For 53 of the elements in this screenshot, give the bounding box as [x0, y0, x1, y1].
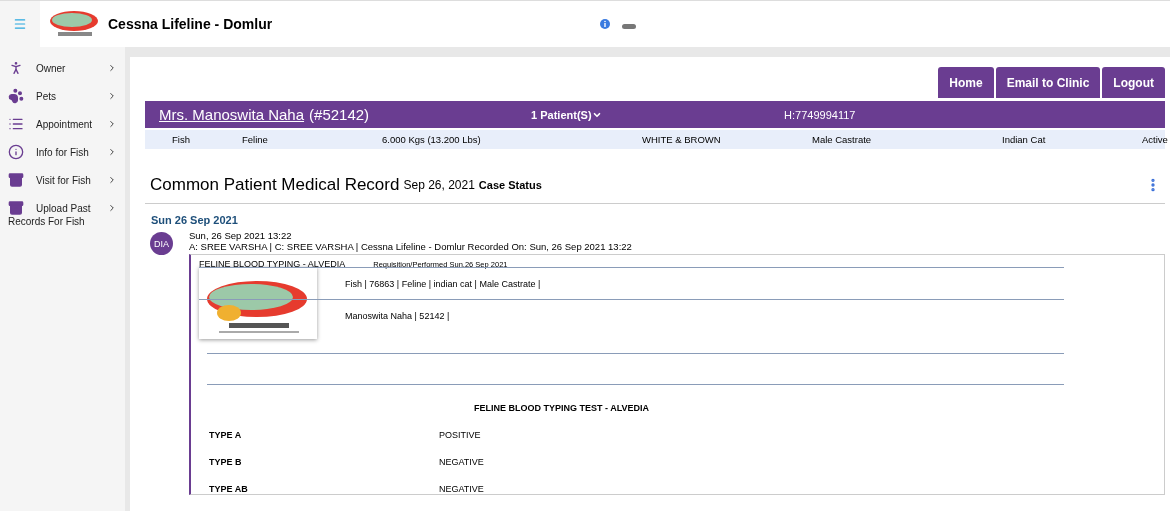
patient-info: WHITE & BROWN	[642, 134, 722, 145]
menu-icon	[13, 17, 27, 31]
chevron-right-icon	[107, 147, 117, 157]
report-name: FELINE BLOOD TYPING - ALVEDIA	[199, 259, 346, 269]
entry-meta: A: SREE VARSHA | C: SREE VARSHA | Cessna Lifeline - Domlur Recorded On: Sun, 26 Sep 2021 13:22	[189, 241, 633, 252]
patient-info: Active	[1142, 134, 1168, 145]
test-title: FELINE BLOOD TYPING TEST - ALVEDIA	[473, 403, 650, 413]
owner-details: Manoswita Naha | 52142 |	[199, 299, 1064, 331]
chevron-right-icon	[107, 63, 117, 73]
toggle-icon[interactable]	[622, 23, 636, 29]
record-title: Common Patient Medical Record	[150, 175, 400, 195]
sidebar-item[interactable]: Visit for Fish	[0, 169, 125, 195]
patient-info: Fish	[172, 134, 191, 145]
box-icon	[8, 172, 24, 188]
patient-info: Male Castrate	[812, 134, 873, 145]
sidebar-item[interactable]: Info for Fish	[0, 141, 125, 167]
chevron-right-icon	[107, 119, 117, 129]
owner-name-link[interactable]: Mrs. Manoswita Naha	[159, 106, 305, 123]
info-icon	[8, 144, 24, 160]
patients-dropdown[interactable]: 1 Patient(S)	[531, 108, 785, 121]
result-label: TYPE AB	[209, 484, 249, 494]
chevron-right-icon	[107, 203, 117, 213]
person-icon	[8, 60, 24, 76]
result-value: NEGATIVE	[439, 484, 485, 494]
timeline-date: Sun 26 Sep 2021	[151, 214, 239, 226]
entry-time: Sun, 26 Sep 2021 13:22	[189, 230, 293, 241]
sidebar-item[interactable]: Appointment	[0, 113, 125, 139]
record-date: Sep 26, 2021	[403, 178, 475, 192]
sidebar-item[interactable]: Upload Past Records For Fish	[0, 197, 125, 230]
result-label: TYPE B	[209, 457, 243, 467]
list-icon	[8, 116, 24, 132]
result-value: NEGATIVE	[439, 457, 485, 467]
sidebar-item[interactable]: Owner	[0, 57, 125, 83]
box-icon	[8, 200, 24, 216]
case-status: Case Status	[478, 179, 543, 191]
nav-button[interactable]: Logout	[1102, 67, 1165, 98]
patient-info: Indian Cat	[1002, 134, 1047, 145]
sidebar-item[interactable]: Pets	[0, 85, 125, 111]
owner-phone: H:7749994117	[784, 108, 856, 121]
chevron-right-icon	[107, 175, 117, 185]
owner-id: (#52142)	[309, 106, 371, 123]
clinic-title: Cessna Lifeline - Domlur	[108, 16, 273, 32]
info-icon[interactable]	[600, 19, 610, 29]
chevron-right-icon	[107, 91, 117, 101]
nav-button[interactable]: Home	[938, 67, 994, 98]
paw-icon	[8, 88, 24, 104]
result-label: TYPE A	[209, 430, 243, 440]
pet-details: Fish | 76863 | Feline | indian cat | Male Castrate |	[199, 267, 1064, 299]
nav-button[interactable]: Email to Clinic	[995, 67, 1101, 98]
entry-badge: DIA	[150, 232, 173, 255]
patient-info: Feline	[242, 134, 269, 145]
patient-info: 6.000 Kgs (13.200 Lbs)	[382, 134, 482, 145]
result-value: POSITIVE	[439, 430, 482, 440]
